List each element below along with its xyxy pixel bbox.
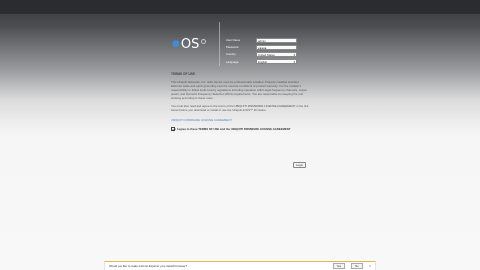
logo-text: OS bbox=[180, 36, 200, 52]
username-field[interactable]: admin bbox=[256, 37, 297, 43]
airos-logo: ● OS bbox=[172, 36, 207, 52]
logo-prefix: ● bbox=[172, 39, 180, 49]
password-row: Password ●●●●● bbox=[226, 44, 301, 50]
close-icon[interactable]: × bbox=[369, 264, 371, 268]
language-row: Language English ▾ bbox=[226, 59, 301, 65]
terms-paragraph-1: This Ubiquiti Networks, Inc. radio devic… bbox=[171, 79, 307, 100]
language-value: English bbox=[258, 60, 268, 65]
password-field[interactable]: ●●●●● bbox=[256, 44, 297, 50]
chevron-down-icon: ▾ bbox=[293, 60, 295, 65]
username-row: User Name admin bbox=[226, 37, 301, 43]
username-label: User Name bbox=[226, 38, 241, 42]
terms-content: TERMS OF USE This Ubiquiti Networks, Inc… bbox=[171, 72, 309, 132]
language-label: Language bbox=[226, 59, 239, 64]
agree-row: I agree to these TERMS OF USE and the UB… bbox=[171, 127, 309, 132]
country-row: Country United States ▾ bbox=[226, 51, 301, 57]
login-form: User Name admin Password ●●●●● Country U… bbox=[226, 37, 301, 66]
notification-message: Would you like to make Internet Explorer… bbox=[109, 264, 187, 268]
terms-paragraph-2: You must also read and agree to the term… bbox=[171, 103, 309, 113]
notification-bar: Would you like to make Internet Explorer… bbox=[104, 261, 376, 270]
country-value: United States bbox=[258, 52, 275, 57]
agree-checkbox[interactable] bbox=[171, 127, 175, 132]
notification-yes-button[interactable]: Yes bbox=[332, 262, 346, 270]
country-select[interactable]: United States ▾ bbox=[256, 51, 297, 57]
chevron-down-icon: ▾ bbox=[293, 52, 295, 57]
terms-heading: TERMS OF USE bbox=[171, 72, 195, 76]
license-agreement-link[interactable]: UBIQUITI FIRMWARE LICENSE AGREEMENT bbox=[171, 118, 309, 122]
country-label: Country bbox=[226, 52, 236, 57]
password-label: Password bbox=[226, 45, 239, 50]
language-select[interactable]: English ▾ bbox=[256, 59, 297, 65]
agree-label: I agree to these TERMS OF USE and the UB… bbox=[177, 127, 291, 132]
browser-titlebar bbox=[0, 0, 480, 14]
header-divider bbox=[219, 22, 220, 66]
login-button[interactable]: Login bbox=[293, 162, 306, 168]
notification-no-button[interactable]: No bbox=[351, 262, 363, 270]
logo-ring-icon bbox=[201, 38, 207, 44]
